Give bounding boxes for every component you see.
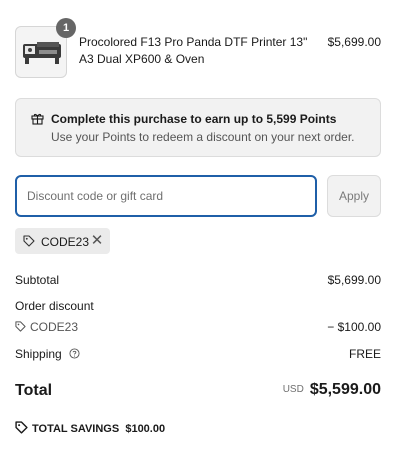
shipping-value: FREE: [348, 347, 381, 361]
discount-value: − $100.00: [327, 320, 381, 334]
order-discount-label: Order discount: [15, 299, 94, 313]
total-value-group: USD $5,599.00: [283, 381, 381, 399]
shipping-row: Shipping FREE: [15, 347, 381, 361]
help-icon[interactable]: [69, 348, 80, 359]
product-name: Procolored F13 Pro Panda DTF Printer 13"…: [79, 35, 308, 66]
discount-code-label: CODE23: [30, 320, 79, 334]
printer-image: [23, 42, 61, 64]
savings-value: $100.00: [125, 423, 166, 435]
discount-code-row: CODE23 − $100.00: [15, 320, 381, 334]
applied-code-label: CODE23: [41, 235, 90, 249]
points-subtitle: Use your Points to redeem a discount on …: [51, 130, 355, 144]
total-amount: $5,599.00: [309, 381, 381, 398]
savings-tag-icon: [15, 421, 28, 434]
apply-button[interactable]: Apply: [327, 175, 381, 217]
discount-code-input[interactable]: [15, 175, 317, 217]
product-price: $5,699.00: [327, 35, 381, 49]
subtotal-value: $5,699.00: [327, 273, 381, 287]
tag-icon: [23, 235, 35, 247]
points-title: Complete this purchase to earn up to 5,5…: [51, 112, 337, 126]
tag-icon: [15, 321, 26, 332]
gift-icon: [31, 113, 44, 125]
line-item: 1 Procolored F13 Pro Panda DTF Printer 1…: [15, 18, 381, 78]
applied-code-chip: CODE23 ✕: [15, 228, 110, 254]
order-discount-row: Order discount: [15, 299, 381, 313]
shipping-label: Shipping: [15, 347, 62, 361]
savings-label: TOTAL SAVINGS: [32, 423, 120, 435]
subtotal-row: Subtotal $5,699.00: [15, 273, 381, 287]
total-savings: TOTAL SAVINGS $100.00: [15, 421, 165, 435]
total-label: Total: [15, 382, 53, 399]
close-icon[interactable]: ✕: [88, 230, 106, 252]
quantity-badge: 1: [56, 18, 76, 38]
currency-code: USD: [282, 384, 304, 395]
points-banner: Complete this purchase to earn up to 5,5…: [15, 98, 381, 157]
subtotal-label: Subtotal: [15, 273, 60, 287]
